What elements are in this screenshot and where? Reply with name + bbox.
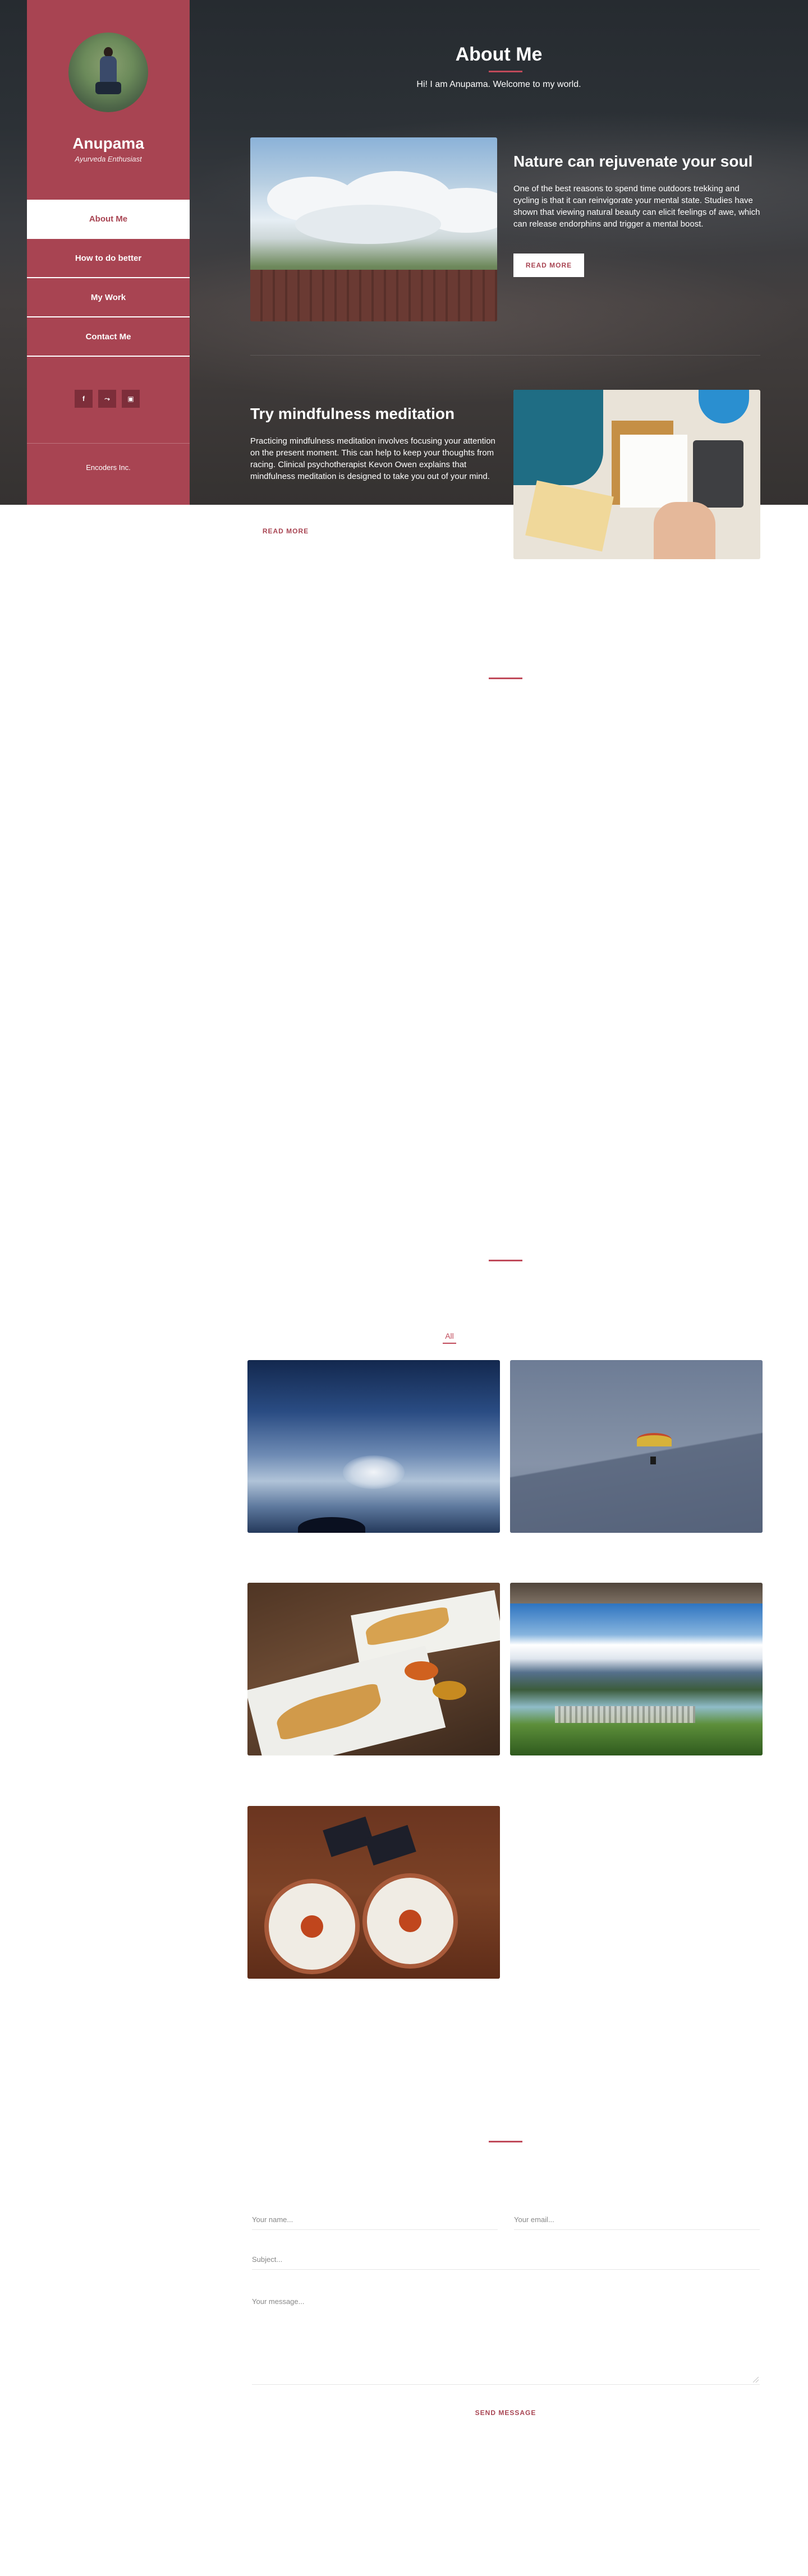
instagram-icon[interactable]: ▣ [122, 390, 140, 408]
subject-field[interactable]: Subject... [252, 2251, 760, 2270]
read-more-button[interactable]: READ MORE [513, 254, 584, 277]
desk-meditation-image [513, 390, 760, 559]
avatar [68, 33, 148, 112]
profile-role: Ayurveda Enthusiast [75, 155, 142, 163]
email-field[interactable]: Your email... [514, 2211, 760, 2230]
lake-city-photo[interactable] [510, 1583, 763, 1755]
send-message-button[interactable]: SEND MESSAGE [463, 2406, 548, 2420]
section-divider [489, 1260, 522, 1261]
sidebar-item-contact-me[interactable]: Contact Me [27, 317, 190, 357]
sidebar: Anupama Ayurveda Enthusiast About Me How… [27, 0, 190, 505]
sidebar-item-my-work[interactable]: My Work [27, 278, 190, 317]
article-body: Practicing mindfulness meditation involv… [250, 436, 495, 481]
sky-photo[interactable] [247, 1360, 500, 1533]
article-body: One of the best reasons to spend time ou… [513, 184, 760, 229]
page-title: About Me [455, 44, 543, 65]
title-underline [489, 71, 522, 72]
page-subtitle: Hi! I am Anupama. Welcome to my world. [416, 80, 581, 89]
filter-all-tab[interactable]: All [443, 1331, 456, 1340]
paraglider-photo[interactable] [510, 1360, 763, 1533]
section-divider [489, 2141, 522, 2142]
mountain-view-image [250, 137, 497, 321]
filter-underline [443, 1343, 456, 1344]
momo-photo[interactable] [247, 1806, 500, 1979]
message-field[interactable]: Your message... [252, 2293, 760, 2385]
sidebar-item-how-to-do-better[interactable]: How to do better [27, 239, 190, 278]
article-divider [250, 355, 760, 356]
sidebar-nav: About Me How to do better My Work Contac… [27, 200, 190, 357]
facebook-icon[interactable]: f [75, 390, 93, 408]
resize-handle-icon[interactable] [753, 2377, 759, 2383]
section-divider [489, 678, 522, 679]
samosa-photo[interactable] [247, 1583, 500, 1755]
avatar-person [95, 47, 121, 98]
name-field[interactable]: Your name... [252, 2211, 498, 2230]
sidebar-footer: Encoders Inc. [86, 463, 131, 472]
sidebar-divider [27, 443, 190, 444]
sidebar-item-about-me[interactable]: About Me [27, 200, 190, 239]
social-links: f ⤳ ▣ [75, 390, 142, 408]
profile-name: Anupama [72, 135, 144, 152]
article-title: Nature can rejuvenate your soul [513, 153, 753, 170]
article-title: Try mindfulness meditation [250, 405, 455, 422]
read-more-button[interactable]: READ MORE [250, 519, 321, 543]
twitter-icon[interactable]: ⤳ [98, 390, 116, 408]
